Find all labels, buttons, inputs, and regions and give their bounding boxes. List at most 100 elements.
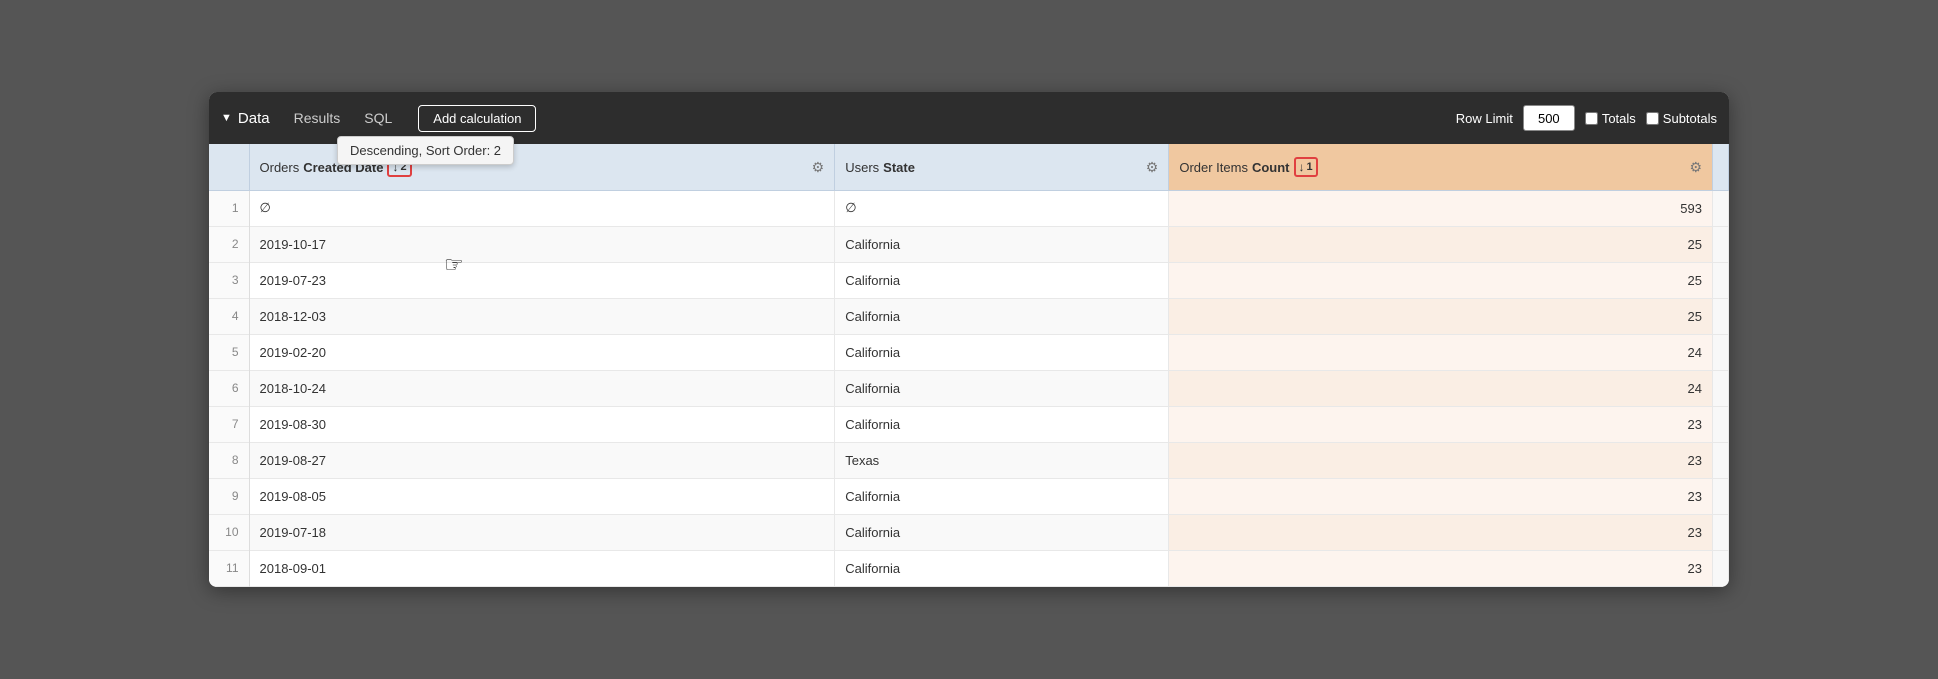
cell-row-num: 10 [209,514,249,550]
cell-created-date: 2019-10-17 [249,226,835,262]
cell-row-num: 8 [209,442,249,478]
cell-order-items-count: 23 [1169,478,1713,514]
cell-order-items-count: 23 [1169,514,1713,550]
cell-created-date: 2019-08-30 [249,406,835,442]
header-row-num [209,144,249,190]
totals-checkbox-label[interactable]: Totals [1585,111,1636,126]
table-body: 1∅∅59322019-10-17California2532019-07-23… [209,190,1729,586]
data-section-label: Data [238,110,270,127]
cell-created-date: 2019-07-23 [249,262,835,298]
table-row: 72019-08-30California23 [209,406,1729,442]
cell-created-date: 2019-07-18 [249,514,835,550]
scrollbar-header [1713,144,1729,190]
gear-icon-state[interactable]: ⚙ [1146,159,1159,176]
cell-user-state: California [835,334,1169,370]
cell-scrollbar [1713,262,1729,298]
cell-order-items-count: 23 [1169,550,1713,586]
gear-icon-created-date[interactable]: ⚙ [812,159,825,176]
cell-user-state: California [835,370,1169,406]
header-orders-label: Orders [260,160,300,175]
add-calculation-button[interactable]: Add calculation [418,105,536,132]
sort-badge-count: ↓ 1 [1294,157,1318,177]
header-count-label: Count [1252,160,1290,175]
cell-scrollbar [1713,550,1729,586]
cell-scrollbar [1713,406,1729,442]
cell-user-state: California [835,478,1169,514]
tab-results[interactable]: Results [284,106,351,130]
row-limit-label: Row Limit [1456,111,1513,126]
cell-row-num: 11 [209,550,249,586]
cell-row-num: 5 [209,334,249,370]
toolbar-right: Row Limit Totals Subtotals [1456,105,1717,131]
cell-row-num: 9 [209,478,249,514]
table-row: 112018-09-01California23 [209,550,1729,586]
cell-row-num: 2 [209,226,249,262]
cell-order-items-count: 23 [1169,442,1713,478]
cell-created-date: 2018-10-24 [249,370,835,406]
cell-created-date: 2019-08-05 [249,478,835,514]
cell-scrollbar [1713,190,1729,226]
table-row: 82019-08-27Texas23 [209,442,1729,478]
cell-row-num: 4 [209,298,249,334]
cell-user-state: Texas [835,442,1169,478]
table-row: 102019-07-18California23 [209,514,1729,550]
sort-tooltip: Descending, Sort Order: 2 [337,136,514,165]
header-order-items-label: Order Items [1179,160,1248,175]
cell-created-date: 2018-12-03 [249,298,835,334]
cell-created-date: 2018-09-01 [249,550,835,586]
cell-created-date: ∅ [249,190,835,226]
cell-user-state: ∅ [835,190,1169,226]
cell-order-items-count: 23 [1169,406,1713,442]
row-limit-input[interactable] [1523,105,1575,131]
cell-order-items-count: 593 [1169,190,1713,226]
totals-checkbox[interactable] [1585,112,1598,125]
cell-order-items-count: 25 [1169,298,1713,334]
cell-row-num: 1 [209,190,249,226]
cell-order-items-count: 24 [1169,334,1713,370]
cell-user-state: California [835,514,1169,550]
cell-order-items-count: 25 [1169,226,1713,262]
cell-scrollbar [1713,514,1729,550]
cell-user-state: California [835,550,1169,586]
cell-row-num: 6 [209,370,249,406]
cell-scrollbar [1713,334,1729,370]
subtotals-checkbox-label[interactable]: Subtotals [1646,111,1717,126]
sort-arrow-down-count-icon: ↓ [1299,160,1305,174]
cell-scrollbar [1713,226,1729,262]
cell-order-items-count: 24 [1169,370,1713,406]
cell-row-num: 3 [209,262,249,298]
table-row: 92019-08-05California23 [209,478,1729,514]
table-row: 22019-10-17California25 [209,226,1729,262]
cell-user-state: California [835,298,1169,334]
cell-order-items-count: 25 [1169,262,1713,298]
table-row: 1∅∅593 [209,190,1729,226]
toolbar-tabs: Results SQL [284,106,403,130]
collapse-icon[interactable]: ▼ [221,112,232,124]
main-window: ▼ Data Results SQL Add calculation Row L… [209,92,1729,587]
cell-scrollbar [1713,478,1729,514]
toolbar-left: ▼ Data [221,110,270,127]
cell-scrollbar [1713,442,1729,478]
table-row: 52019-02-20California24 [209,334,1729,370]
cell-user-state: California [835,262,1169,298]
data-table: Orders Created Date ↓ 2 ⚙ [209,144,1729,587]
header-users-label: Users [845,160,879,175]
cell-scrollbar [1713,370,1729,406]
toolbar: ▼ Data Results SQL Add calculation Row L… [209,92,1729,144]
header-state-label: State [883,160,915,175]
cell-created-date: 2019-02-20 [249,334,835,370]
table-row: 62018-10-24California24 [209,370,1729,406]
table-row: 42018-12-03California25 [209,298,1729,334]
sort-order-count-num: 1 [1307,161,1313,173]
cell-user-state: California [835,406,1169,442]
table-container: Orders Created Date ↓ 2 ⚙ [209,144,1729,587]
cell-scrollbar [1713,298,1729,334]
table-row: 32019-07-23California25 [209,262,1729,298]
gear-icon-count[interactable]: ⚙ [1689,159,1702,176]
header-user-state[interactable]: Users State ⚙ [835,144,1169,190]
cell-created-date: 2019-08-27 [249,442,835,478]
subtotals-checkbox[interactable] [1646,112,1659,125]
header-order-items-count[interactable]: Order Items Count ↓ 1 ⚙ [1169,144,1713,190]
cell-row-num: 7 [209,406,249,442]
tab-sql[interactable]: SQL [354,106,402,130]
